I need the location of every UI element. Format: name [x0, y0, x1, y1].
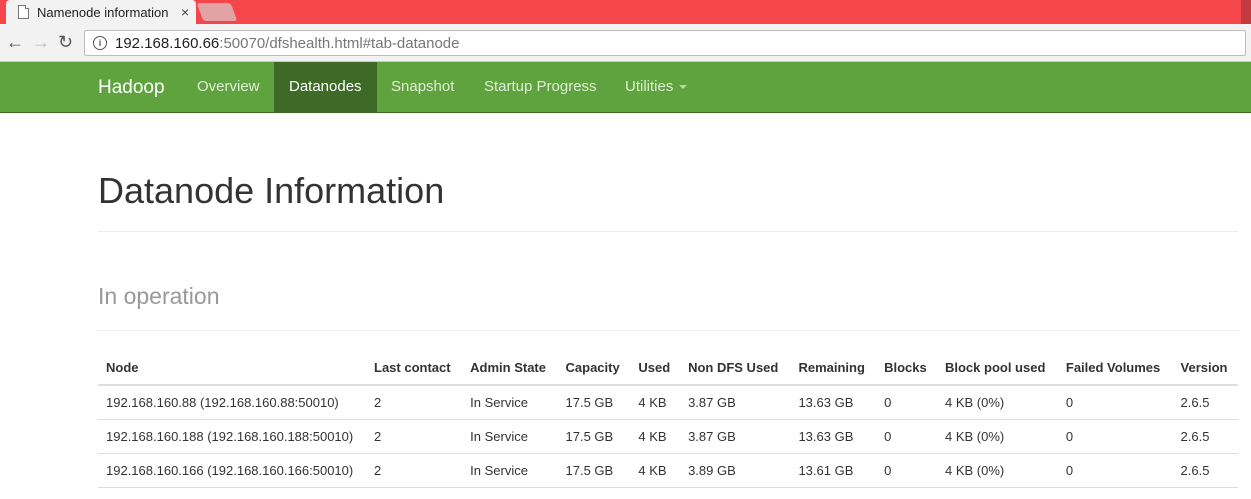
- table-row: 192.168.160.88 (192.168.160.88:50010) 2 …: [98, 385, 1238, 420]
- table-cell: In Service: [462, 453, 558, 488]
- browser-toolbar: ← → ↻ i 192.168.160.66 :50070/dfshealth.…: [0, 24, 1251, 62]
- table-cell: 4 KB (0%): [936, 385, 1058, 420]
- table-cell: 0: [876, 385, 937, 420]
- section-title: In operation: [98, 283, 220, 309]
- reload-icon[interactable]: ↻: [58, 32, 73, 53]
- nav-utilities[interactable]: Utilities: [610, 62, 702, 112]
- column-header: Node: [98, 350, 366, 386]
- table-cell: 13.63 GB: [790, 385, 877, 420]
- page-title: Datanode Information: [98, 170, 445, 211]
- document-icon: [18, 5, 29, 19]
- table-cell: 0: [1057, 453, 1173, 488]
- table-cell: 13.61 GB: [790, 453, 877, 488]
- table-cell: 4 KB (0%): [936, 419, 1058, 454]
- column-header: Non DFS Used: [680, 350, 791, 386]
- table-cell: 2.6.5: [1172, 453, 1238, 488]
- column-header: Failed Volumes: [1057, 350, 1173, 386]
- divider: [98, 231, 1238, 232]
- column-header: Block pool used: [936, 350, 1058, 386]
- chevron-down-icon: [679, 85, 688, 90]
- table-header-row: Node Last contact Admin State Capacity U…: [98, 350, 1238, 386]
- column-header: Capacity: [557, 350, 631, 386]
- forward-arrow-icon[interactable]: →: [32, 32, 50, 53]
- url-host: 192.168.160.66: [115, 34, 220, 52]
- table-cell: 0: [876, 419, 937, 454]
- browser-tab-strip: Namenode information ×: [0, 0, 1251, 24]
- table-cell: 2: [366, 453, 463, 488]
- table-cell: 2: [366, 419, 463, 454]
- info-icon[interactable]: i: [93, 36, 107, 50]
- url-path: :50070/dfshealth.html#tab-datanode: [219, 34, 460, 52]
- nav-datanodes[interactable]: Datanodes: [274, 62, 377, 112]
- table-row: 192.168.160.166 (192.168.160.166:50010) …: [98, 453, 1238, 488]
- hadoop-navbar: Hadoop Overview Datanodes Snapshot Start…: [0, 62, 1251, 113]
- close-tab-icon[interactable]: ×: [181, 4, 189, 20]
- table-cell: 4 KB: [630, 419, 681, 454]
- table-cell: 4 KB: [630, 385, 681, 420]
- table-cell: 0: [876, 453, 937, 488]
- new-tab-button[interactable]: [196, 3, 238, 21]
- table-cell: In Service: [462, 419, 558, 454]
- table-cell: 3.87 GB: [680, 385, 791, 420]
- table-cell: 0: [1057, 385, 1173, 420]
- browser-tab[interactable]: Namenode information ×: [6, 0, 196, 24]
- table-cell: 17.5 GB: [557, 385, 631, 420]
- table-cell: 17.5 GB: [557, 419, 631, 454]
- tab-title: Namenode information: [37, 4, 169, 20]
- nav-startup-progress[interactable]: Startup Progress: [469, 62, 612, 112]
- nav-overview[interactable]: Overview: [182, 62, 275, 112]
- column-header: Used: [630, 350, 681, 386]
- window-control[interactable]: [1241, 0, 1251, 24]
- table-cell: In Service: [462, 385, 558, 420]
- table-cell: 13.63 GB: [790, 419, 877, 454]
- column-header: Admin State: [462, 350, 558, 386]
- address-bar[interactable]: i 192.168.160.66 :50070/dfshealth.html#t…: [84, 30, 1246, 56]
- brand-logo[interactable]: Hadoop: [98, 77, 165, 99]
- table-cell: 17.5 GB: [557, 453, 631, 488]
- table-cell: 3.89 GB: [680, 453, 791, 488]
- column-header: Version: [1172, 350, 1238, 386]
- table-cell: 3.87 GB: [680, 419, 791, 454]
- table-cell: 4 KB: [630, 453, 681, 488]
- table-cell: 2.6.5: [1172, 419, 1238, 454]
- table-cell: 2: [366, 385, 463, 420]
- nav-snapshot[interactable]: Snapshot: [376, 62, 469, 112]
- table-cell: 2.6.5: [1172, 385, 1238, 420]
- table-cell: 0: [1057, 419, 1173, 454]
- nav-utilities-label: Utilities: [625, 78, 674, 95]
- table-cell: 192.168.160.88 (192.168.160.88:50010): [98, 385, 366, 420]
- datanode-table: Node Last contact Admin State Capacity U…: [98, 350, 1238, 488]
- column-header: Last contact: [366, 350, 463, 386]
- table-row: 192.168.160.188 (192.168.160.188:50010) …: [98, 419, 1238, 454]
- back-arrow-icon[interactable]: ←: [6, 32, 24, 53]
- table-cell: 4 KB (0%): [936, 453, 1058, 488]
- column-header: Blocks: [876, 350, 937, 386]
- table-cell: 192.168.160.188 (192.168.160.188:50010): [98, 419, 366, 454]
- divider: [98, 330, 1238, 331]
- table-cell: 192.168.160.166 (192.168.160.166:50010): [98, 453, 366, 488]
- column-header: Remaining: [790, 350, 877, 386]
